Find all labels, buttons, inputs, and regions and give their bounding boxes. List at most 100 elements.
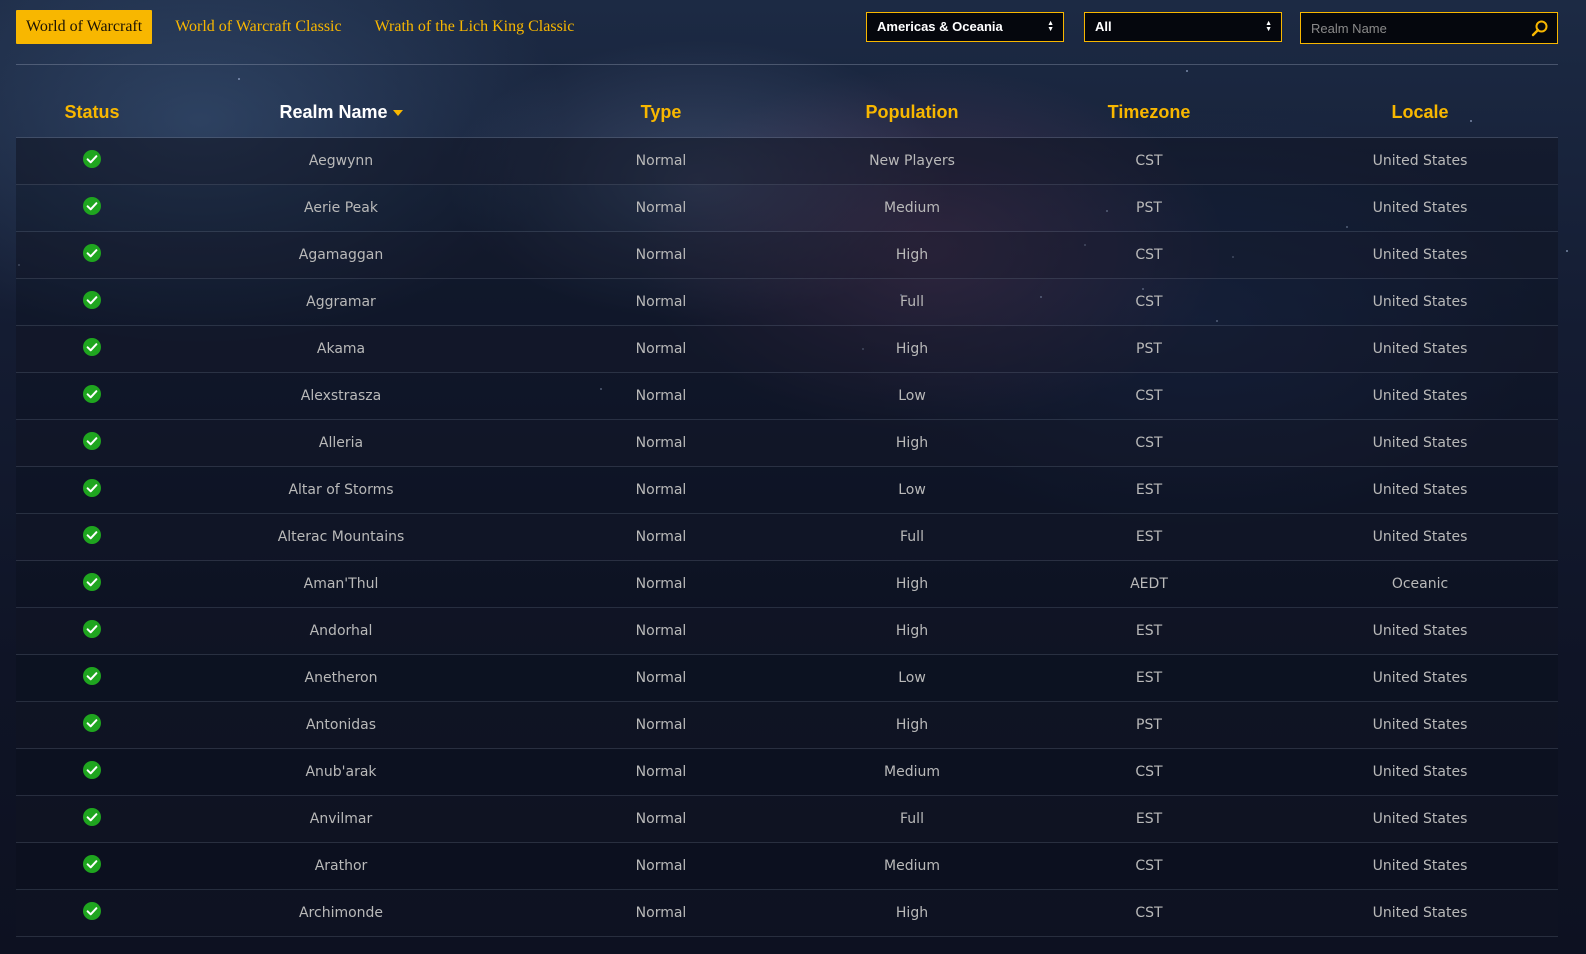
- column-header-timezone[interactable]: Timezone: [1016, 87, 1282, 138]
- realm-name-cell: Anetheron: [168, 654, 514, 702]
- header-divider: [16, 64, 1558, 65]
- realm-status-cell: [16, 560, 168, 608]
- realm-name-cell: Aegwynn: [168, 137, 514, 185]
- realm-timezone-cell: CST: [1016, 419, 1282, 467]
- column-header-type[interactable]: Type: [514, 87, 808, 138]
- table-row: Altar of Storms Normal Low EST United States: [16, 466, 1558, 514]
- column-header-locale[interactable]: Locale: [1282, 87, 1558, 138]
- table-row: Arathor Normal Medium CST United States: [16, 842, 1558, 890]
- region-select[interactable]: Americas & Oceania ▲ ▼: [866, 12, 1064, 42]
- realm-type-cell: Normal: [514, 654, 808, 702]
- table-header-row: Status Realm Name Type Population Timezo…: [16, 87, 1558, 138]
- realm-population-cell: Medium: [808, 748, 1016, 796]
- realm-timezone-cell: CST: [1016, 889, 1282, 937]
- realm-type-cell: Normal: [514, 560, 808, 608]
- table-row: Agamaggan Normal High CST United States: [16, 231, 1558, 279]
- column-header-population[interactable]: Population: [808, 87, 1016, 138]
- realm-population-cell: Low: [808, 372, 1016, 420]
- realm-type-select[interactable]: All ▲ ▼: [1084, 12, 1282, 42]
- realm-timezone-cell: PST: [1016, 184, 1282, 232]
- select-arrows-icon: ▲ ▼: [1265, 20, 1272, 33]
- realm-locale-cell: United States: [1282, 278, 1558, 326]
- tab-wrath-of-the-lich-king-classic[interactable]: Wrath of the Lich King Classic: [365, 10, 585, 44]
- realm-timezone-cell: CST: [1016, 748, 1282, 796]
- check-circle-icon: [83, 808, 101, 826]
- table-row: Akama Normal High PST United States: [16, 325, 1558, 373]
- realm-name-cell: Aggramar: [168, 278, 514, 326]
- realm-status-cell: [16, 607, 168, 655]
- search-icon[interactable]: [1531, 19, 1549, 37]
- table-row: Antonidas Normal High PST United States: [16, 701, 1558, 749]
- column-header-realm-name[interactable]: Realm Name: [168, 87, 514, 138]
- table-row: Aman'Thul Normal High AEDT Oceanic: [16, 560, 1558, 608]
- realm-timezone-cell: EST: [1016, 795, 1282, 843]
- column-header-status[interactable]: Status: [16, 87, 168, 138]
- realm-status-cell: [16, 795, 168, 843]
- realm-locale-cell: United States: [1282, 231, 1558, 279]
- table-row: Anetheron Normal Low EST United States: [16, 654, 1558, 702]
- realm-name-cell: Antonidas: [168, 701, 514, 749]
- column-header-locale-label: Locale: [1391, 101, 1449, 122]
- realm-status-cell: [16, 137, 168, 185]
- table-row: Andorhal Normal High EST United States: [16, 607, 1558, 655]
- realm-timezone-cell: EST: [1016, 607, 1282, 655]
- realm-timezone-cell: EST: [1016, 466, 1282, 514]
- table-row: Alleria Normal High CST United States: [16, 419, 1558, 467]
- check-circle-icon: [83, 432, 101, 450]
- realm-population-cell: Low: [808, 654, 1016, 702]
- select-arrows-icon: ▲ ▼: [1047, 20, 1054, 33]
- check-circle-icon: [83, 385, 101, 403]
- realm-population-cell: Full: [808, 795, 1016, 843]
- table-row: Aggramar Normal Full CST United States: [16, 278, 1558, 326]
- realm-status-cell: [16, 466, 168, 514]
- realm-status-cell: [16, 701, 168, 749]
- realm-search-input[interactable]: [1301, 13, 1541, 43]
- realm-table-body: Aegwynn Normal New Players CST United States…: [16, 137, 1558, 937]
- realm-locale-cell: United States: [1282, 701, 1558, 749]
- realm-locale-cell: United States: [1282, 795, 1558, 843]
- realm-status-cell: [16, 842, 168, 890]
- column-header-realm-name-label: Realm Name: [279, 101, 388, 122]
- realm-timezone-cell: EST: [1016, 513, 1282, 561]
- realm-name-cell: Anub'arak: [168, 748, 514, 796]
- realm-type-cell: Normal: [514, 137, 808, 185]
- realm-population-cell: High: [808, 560, 1016, 608]
- realm-timezone-cell: PST: [1016, 325, 1282, 373]
- realm-type-select-value: All: [1095, 19, 1112, 34]
- realm-locale-cell: United States: [1282, 889, 1558, 937]
- check-circle-icon: [83, 855, 101, 873]
- realm-type-cell: Normal: [514, 372, 808, 420]
- realm-name-cell: Agamaggan: [168, 231, 514, 279]
- realm-type-cell: Normal: [514, 231, 808, 279]
- top-navigation-bar: World of Warcraft World of Warcraft Clas…: [16, 10, 1578, 46]
- realm-population-cell: Full: [808, 513, 1016, 561]
- realm-search-box: [1300, 12, 1558, 44]
- realm-type-cell: Normal: [514, 513, 808, 561]
- check-circle-icon: [83, 338, 101, 356]
- realm-population-cell: Medium: [808, 842, 1016, 890]
- realm-name-cell: Aerie Peak: [168, 184, 514, 232]
- realm-population-cell: New Players: [808, 137, 1016, 185]
- table-row: Anub'arak Normal Medium CST United States: [16, 748, 1558, 796]
- realm-name-cell: Altar of Storms: [168, 466, 514, 514]
- realm-population-cell: High: [808, 889, 1016, 937]
- realm-type-cell: Normal: [514, 325, 808, 373]
- realm-timezone-cell: CST: [1016, 137, 1282, 185]
- tab-world-of-warcraft-classic[interactable]: World of Warcraft Classic: [165, 10, 351, 44]
- realm-population-cell: High: [808, 419, 1016, 467]
- check-circle-icon: [83, 244, 101, 262]
- realm-locale-cell: United States: [1282, 184, 1558, 232]
- tab-world-of-warcraft[interactable]: World of Warcraft: [16, 10, 153, 44]
- realm-timezone-cell: CST: [1016, 278, 1282, 326]
- check-circle-icon: [83, 479, 101, 497]
- realm-locale-cell: United States: [1282, 466, 1558, 514]
- check-circle-icon: [83, 902, 101, 920]
- realm-status-cell: [16, 325, 168, 373]
- game-tabs: World of Warcraft World of Warcraft Clas…: [16, 10, 597, 44]
- check-circle-icon: [83, 761, 101, 779]
- check-circle-icon: [83, 573, 101, 591]
- realm-status-cell: [16, 184, 168, 232]
- realm-name-cell: Andorhal: [168, 607, 514, 655]
- realm-population-cell: Low: [808, 466, 1016, 514]
- realm-population-cell: High: [808, 701, 1016, 749]
